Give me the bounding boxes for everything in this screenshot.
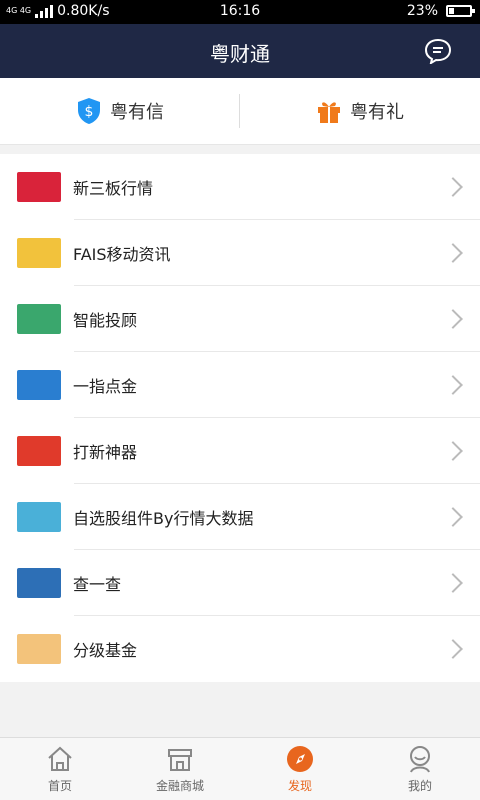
list-item[interactable]: 查一查 bbox=[0, 550, 480, 616]
store-icon bbox=[168, 748, 192, 771]
item-thumbnail bbox=[17, 502, 61, 532]
gift-icon bbox=[318, 102, 340, 123]
compass-icon bbox=[287, 745, 313, 772]
nav-discover[interactable]: 发现 bbox=[240, 738, 360, 800]
tab-label: 粤有礼 bbox=[350, 102, 404, 123]
page-title: 粤财通 bbox=[210, 42, 270, 66]
chevron-right-icon bbox=[443, 243, 463, 263]
chevron-right-icon bbox=[443, 441, 463, 461]
item-label: 打新神器 bbox=[73, 443, 138, 462]
list-item[interactable]: 一指点金 bbox=[0, 352, 480, 418]
tab-yueyouli[interactable]: 粤有礼 bbox=[240, 78, 480, 144]
item-thumbnail bbox=[17, 568, 61, 598]
discover-list: 新三板行情 FAIS移动资讯 智能投顾 一指点金 打新神器 自选股组件By行情大… bbox=[0, 154, 480, 682]
item-label: 智能投顾 bbox=[73, 311, 138, 330]
chevron-right-icon bbox=[443, 309, 463, 329]
item-label: 分级基金 bbox=[73, 641, 138, 660]
nav-home[interactable]: 首页 bbox=[0, 738, 120, 800]
item-thumbnail bbox=[17, 238, 61, 268]
home-icon bbox=[48, 746, 72, 771]
nav-label: 发现 bbox=[287, 778, 312, 793]
svg-text:$: $ bbox=[85, 104, 94, 120]
chevron-right-icon bbox=[443, 177, 463, 197]
tab-yueyouxin[interactable]: $ 粤有信 bbox=[0, 78, 240, 144]
chevron-right-icon bbox=[443, 639, 463, 659]
shield-dollar-icon: $ bbox=[78, 98, 100, 124]
battery-icon bbox=[446, 5, 475, 17]
nav-label: 首页 bbox=[47, 778, 72, 793]
item-thumbnail bbox=[17, 370, 61, 400]
item-thumbnail bbox=[17, 172, 61, 202]
list-item[interactable]: FAIS移动资讯 bbox=[0, 220, 480, 286]
item-thumbnail bbox=[17, 634, 61, 664]
list-item[interactable]: 自选股组件By行情大数据 bbox=[0, 484, 480, 550]
item-thumbnail bbox=[17, 304, 61, 334]
item-label: 新三板行情 bbox=[73, 179, 154, 198]
chat-bubble-icon[interactable] bbox=[424, 38, 452, 64]
nav-label: 我的 bbox=[407, 778, 432, 793]
item-label: FAIS移动资讯 bbox=[73, 245, 171, 264]
list-item[interactable]: 智能投顾 bbox=[0, 286, 480, 352]
nav-mine[interactable]: 我的 bbox=[360, 738, 480, 800]
nav-store[interactable]: 金融商城 bbox=[120, 738, 240, 800]
status-right: 23% bbox=[406, 3, 475, 19]
list-item[interactable]: 分级基金 bbox=[0, 616, 480, 682]
status-bar: 4G 4G 0.80K/s 16:16 23% bbox=[0, 0, 480, 24]
item-label: 一指点金 bbox=[73, 377, 138, 396]
tab-label: 粤有信 bbox=[110, 102, 164, 123]
nav-label: 金融商城 bbox=[155, 778, 204, 793]
top-tabs: $ 粤有信 粤有礼 bbox=[0, 78, 480, 145]
chevron-right-icon bbox=[443, 573, 463, 593]
battery-percent: 23% bbox=[406, 3, 438, 19]
list-item[interactable]: 打新神器 bbox=[0, 418, 480, 484]
item-label: 自选股组件By行情大数据 bbox=[73, 509, 254, 528]
chevron-right-icon bbox=[443, 375, 463, 395]
chevron-right-icon bbox=[443, 507, 463, 527]
list-item[interactable]: 新三板行情 bbox=[0, 154, 480, 220]
user-icon bbox=[410, 745, 430, 773]
item-label: 查一查 bbox=[73, 575, 122, 594]
bottom-nav: 首页 金融商城 发现 我的 bbox=[0, 737, 480, 800]
item-thumbnail bbox=[17, 436, 61, 466]
header: 粤财通 bbox=[0, 24, 480, 78]
